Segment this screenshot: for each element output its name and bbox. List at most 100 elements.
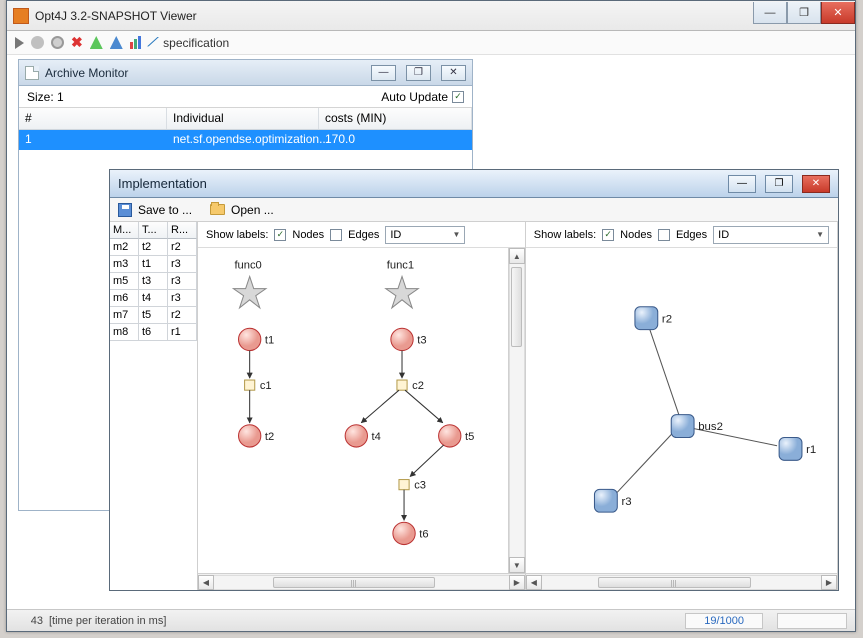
archive-maximize-button[interactable]: ❐ <box>406 65 431 81</box>
comm-node <box>399 480 409 490</box>
svg-text:r3: r3 <box>621 496 631 508</box>
play-icon[interactable] <box>15 37 24 49</box>
task-graph-controls: Show labels: ✓ Nodes Edges ID▼ <box>198 222 525 248</box>
star-icon <box>386 276 419 307</box>
edges-checkbox[interactable] <box>330 229 342 241</box>
star-icon <box>233 276 266 307</box>
nodes-checkbox[interactable]: ✓ <box>602 229 614 241</box>
task-node <box>345 425 367 447</box>
row-num: 1 <box>19 130 167 150</box>
vertical-scrollbar[interactable]: ▲▼ <box>508 248 525 573</box>
horizontal-scrollbar[interactable]: ◀▶ <box>198 573 525 590</box>
app-title: Opt4J 3.2-SNAPSHOT Viewer <box>35 9 753 23</box>
map-col-t[interactable]: T... <box>139 222 168 239</box>
save-icon <box>118 203 132 217</box>
archive-title: Archive Monitor <box>45 66 361 80</box>
svg-text:r1: r1 <box>806 444 816 456</box>
svg-text:c2: c2 <box>412 380 424 392</box>
map-col-m[interactable]: M... <box>110 222 139 239</box>
stop-icon[interactable] <box>51 36 64 49</box>
svg-text:r2: r2 <box>662 313 672 325</box>
show-labels-label: Show labels: <box>534 229 596 241</box>
nodes-label: Nodes <box>620 229 652 241</box>
task-graph-canvas[interactable]: func0 func1 t1 c1 t2 t3 <box>198 248 525 573</box>
impl-toolbar: Save to ... Open ... <box>110 198 838 222</box>
specification-icon[interactable]: ⟋ <box>148 35 156 50</box>
edges-checkbox[interactable] <box>658 229 670 241</box>
archive-minimize-button[interactable]: — <box>371 65 396 81</box>
task-graph-panel: Show labels: ✓ Nodes Edges ID▼ <box>198 222 526 590</box>
table-row[interactable]: m6t4r3 <box>110 290 197 307</box>
show-labels-label: Show labels: <box>206 229 268 241</box>
open-button[interactable]: Open ... <box>231 203 274 217</box>
comm-node <box>245 380 255 390</box>
chart-icon[interactable] <box>130 36 141 49</box>
table-row[interactable]: m3t1r3 <box>110 256 197 273</box>
app-window: Opt4J 3.2-SNAPSHOT Viewer — ❐ ✕ ✖ ⟋ spec… <box>6 0 856 632</box>
save-button[interactable]: Save to ... <box>138 203 192 217</box>
task-node <box>393 522 415 544</box>
resource-graph-panel: Show labels: ✓ Nodes Edges ID▼ <box>526 222 838 590</box>
archive-size-label: Size: 1 <box>27 90 64 104</box>
id-select[interactable]: ID▼ <box>385 226 465 244</box>
impl-minimize-button[interactable]: — <box>728 175 756 193</box>
impl-title: Implementation <box>118 176 719 191</box>
resource-node <box>671 415 694 438</box>
auto-update-label: Auto Update <box>381 90 448 104</box>
maximize-button[interactable]: ❐ <box>787 2 821 24</box>
resource-node <box>635 307 658 330</box>
archive-close-button[interactable]: ✕ <box>441 65 466 81</box>
func0-label: func0 <box>234 259 261 271</box>
pause-icon[interactable] <box>31 36 44 49</box>
table-row[interactable]: 1 net.sf.opendse.optimization... 170.0 <box>19 130 472 150</box>
minimize-button[interactable]: — <box>753 2 787 24</box>
table-row[interactable]: m2t2r2 <box>110 239 197 256</box>
svg-text:t6: t6 <box>419 528 428 540</box>
map-col-r[interactable]: R... <box>168 222 197 239</box>
comm-node <box>397 380 407 390</box>
iteration-label: [time per iteration in ms] <box>49 615 166 627</box>
chevron-down-icon: ▼ <box>452 230 460 239</box>
auto-update-checkbox[interactable]: ✓ <box>452 91 464 103</box>
table-row[interactable]: m8t6r1 <box>110 324 197 341</box>
resource-node <box>594 489 617 512</box>
nodes-checkbox[interactable]: ✓ <box>274 229 286 241</box>
status-box <box>777 613 847 629</box>
svg-text:t5: t5 <box>465 431 474 443</box>
col-individual[interactable]: Individual <box>167 108 319 129</box>
archive-table-header: # Individual costs (MIN) <box>19 108 472 130</box>
svg-text:c3: c3 <box>414 480 426 492</box>
edges-label: Edges <box>676 229 707 241</box>
resource-graph-canvas[interactable]: r2 bus2 r1 r3 <box>526 248 837 573</box>
col-num[interactable]: # <box>19 108 167 129</box>
edges-label: Edges <box>348 229 379 241</box>
resource-graph-controls: Show labels: ✓ Nodes Edges ID▼ <box>526 222 837 248</box>
row-individual: net.sf.opendse.optimization... <box>167 130 319 150</box>
archive-info-bar: Size: 1 Auto Update ✓ <box>19 86 472 108</box>
delete-icon[interactable]: ✖ <box>71 36 83 49</box>
user-green-icon[interactable] <box>90 36 103 49</box>
impl-maximize-button[interactable]: ❐ <box>765 175 793 193</box>
table-row[interactable]: m5t3r3 <box>110 273 197 290</box>
progress-counter: 19/1000 <box>685 613 763 629</box>
main-toolbar: ✖ ⟋ specification <box>7 31 855 55</box>
mapping-table-header: M... T... R... <box>110 222 197 239</box>
col-costs[interactable]: costs (MIN) <box>319 108 472 129</box>
user-blue-icon[interactable] <box>110 36 123 49</box>
svg-text:c1: c1 <box>260 380 272 392</box>
task-node <box>239 328 261 350</box>
folder-icon <box>210 204 225 215</box>
task-node <box>439 425 461 447</box>
impl-close-button[interactable]: ✕ <box>802 175 830 193</box>
horizontal-scrollbar[interactable]: ◀▶ <box>526 573 837 590</box>
document-icon <box>25 66 39 80</box>
resource-node <box>779 437 802 460</box>
close-button[interactable]: ✕ <box>821 2 855 24</box>
nodes-label: Nodes <box>292 229 324 241</box>
iteration-time: 43 <box>15 615 43 627</box>
id-select[interactable]: ID▼ <box>713 226 829 244</box>
table-row[interactable]: m7t5r2 <box>110 307 197 324</box>
archive-titlebar: Archive Monitor — ❐ ✕ <box>19 60 472 86</box>
specification-label[interactable]: specification <box>163 36 229 50</box>
app-icon <box>13 8 29 24</box>
